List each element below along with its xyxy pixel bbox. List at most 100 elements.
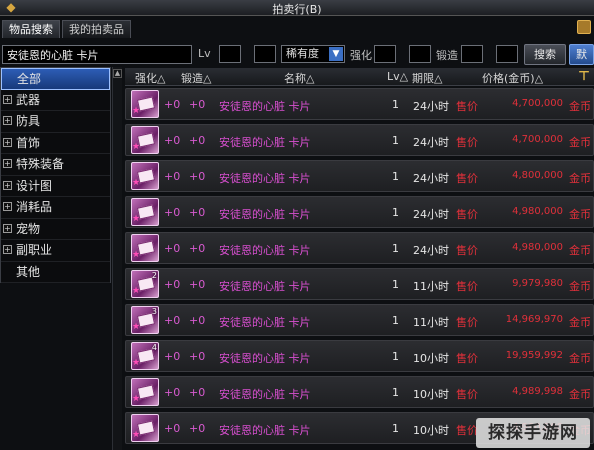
level-value: 1 <box>392 206 399 219</box>
item-name: 安徒恩的心脏 卡片 <box>219 352 311 365</box>
star-icon: ★ <box>132 214 141 224</box>
item-card-icon[interactable]: ★ <box>131 162 159 190</box>
time-remaining: 10小时 <box>413 388 449 401</box>
table-row[interactable]: ★ +0 +0 安徒恩的心脏 卡片 1 24小时 售价 4,700,000 金币 <box>125 124 594 156</box>
sidebar-item-all[interactable]: 全部 <box>1 68 110 90</box>
sidebar-item-label: 宠物 <box>16 221 41 236</box>
table-row[interactable]: ★ +0 +0 安徒恩的心脏 卡片 1 24小时 售价 4,980,000 金币 <box>125 196 594 228</box>
sidebar-item-weapons[interactable]: + 武器 <box>1 90 110 111</box>
sidebar-item-blueprints[interactable]: + 设计图 <box>1 176 110 197</box>
forge-value: +0 <box>189 278 206 291</box>
chevron-down-icon[interactable]: ▼ <box>329 47 343 61</box>
lv-min-input[interactable] <box>219 45 241 63</box>
currency-label: 金币 <box>569 208 591 221</box>
header-time[interactable]: 期限△ <box>412 70 442 86</box>
sidebar-item-label: 全部 <box>17 72 42 86</box>
price-value: 19,959,992 <box>505 350 563 361</box>
level-value: 1 <box>392 350 399 363</box>
reinforce-value: +0 <box>164 422 181 435</box>
forge-value: +0 <box>189 170 206 183</box>
item-card-icon[interactable]: ★ <box>131 414 159 442</box>
tab-item-search[interactable]: 物品搜索 <box>2 20 60 38</box>
time-remaining: 24小时 <box>413 136 449 149</box>
table-row[interactable]: ★ +0 +0 安徒恩的心脏 卡片 1 24小时 售价 4,700,000 金币 <box>125 88 594 120</box>
reinforce-label: 强化 <box>350 49 372 62</box>
item-name: 安徒恩的心脏 卡片 <box>219 244 311 257</box>
stack-count: 4 <box>151 343 157 352</box>
forge-min-input[interactable] <box>461 45 483 63</box>
item-card-icon[interactable]: ★ <box>131 198 159 226</box>
expand-icon[interactable]: + <box>3 159 12 168</box>
item-card-icon[interactable]: ★ <box>131 378 159 406</box>
header-name[interactable]: 名称△ <box>284 70 314 86</box>
default-button[interactable]: 默 <box>569 44 594 65</box>
currency-label: 金币 <box>569 136 591 149</box>
header-price[interactable]: 价格(金币)△ <box>482 70 543 86</box>
sidebar-item-special[interactable]: + 特殊装备 <box>1 154 110 176</box>
sidebar-item-other[interactable]: 其他 <box>1 262 110 283</box>
item-card-icon[interactable]: ★ 4 <box>131 342 159 370</box>
star-icon: ★ <box>132 250 141 260</box>
results-list: ★ +0 +0 安徒恩的心脏 卡片 1 24小时 售价 4,700,000 金币 ★ +0 +0 安徒恩… <box>125 88 594 450</box>
table-header: 强化△ 锻造△ 名称△ Lv△ 期限△ 价格(金币)△ ⊤ <box>125 68 594 86</box>
sidebar-item-consumables[interactable]: + 消耗品 <box>1 197 110 219</box>
expand-icon[interactable]: + <box>3 202 12 211</box>
forge-value: +0 <box>189 242 206 255</box>
item-card-icon[interactable]: ★ <box>131 234 159 262</box>
sidebar-item-pets[interactable]: + 宠物 <box>1 219 110 240</box>
table-row[interactable]: ★ 2 +0 +0 安徒恩的心脏 卡片 1 11小时 售价 9,979,980 金币 <box>125 268 594 300</box>
search-button[interactable]: 搜索 <box>524 44 566 65</box>
table-row[interactable]: ★ +0 +0 安徒恩的心脏 卡片 1 24小时 售价 4,980,000 金币 <box>125 232 594 264</box>
rarity-select[interactable]: 稀有度 ▼ <box>281 45 345 63</box>
star-icon: ★ <box>132 430 141 440</box>
reinforce-max-input[interactable] <box>409 45 431 63</box>
forge-max-input[interactable] <box>496 45 518 63</box>
expand-icon[interactable]: + <box>3 137 12 147</box>
sidebar-item-accessories[interactable]: + 首饰 <box>1 133 110 154</box>
sidebar-item-armor[interactable]: + 防具 <box>1 111 110 133</box>
reinforce-min-input[interactable] <box>374 45 396 63</box>
level-value: 1 <box>392 170 399 183</box>
table-row[interactable]: ★ +0 +0 安徒恩的心脏 卡片 1 10小时 售价 4,989,998 金币 <box>125 376 594 408</box>
watermark: 探探手游网 <box>476 418 590 448</box>
item-card-icon[interactable]: ★ 3 <box>131 306 159 334</box>
item-card-icon[interactable]: ★ <box>131 126 159 154</box>
item-name: 安徒恩的心脏 卡片 <box>219 100 311 113</box>
star-icon: ★ <box>132 178 141 188</box>
rarity-select-value: 稀有度 <box>286 47 319 60</box>
expand-icon[interactable]: + <box>3 245 12 254</box>
expand-icon[interactable]: + <box>3 94 12 104</box>
scroll-up-icon[interactable]: ▲ <box>113 69 122 78</box>
expand-icon[interactable]: + <box>3 180 12 190</box>
item-card-icon[interactable]: ★ <box>131 90 159 118</box>
item-name: 安徒恩的心脏 卡片 <box>219 280 311 293</box>
star-icon: ★ <box>132 286 141 296</box>
forge-value: +0 <box>189 422 206 435</box>
header-forge[interactable]: 锻造△ <box>181 70 211 86</box>
table-row[interactable]: ★ 4 +0 +0 安徒恩的心脏 卡片 1 10小时 售价 19,959,992 金币 <box>125 340 594 372</box>
bag-icon[interactable] <box>577 20 591 34</box>
price-value: 4,989,998 <box>512 386 563 397</box>
price-value: 4,980,000 <box>512 206 563 217</box>
forge-label: 锻造 <box>436 49 458 62</box>
header-reinforce[interactable]: 强化△ <box>135 70 165 86</box>
currency-label: 金币 <box>569 100 591 113</box>
price-value: 14,969,970 <box>505 314 563 325</box>
search-input[interactable] <box>2 45 192 64</box>
table-row[interactable]: ★ +0 +0 安徒恩的心脏 卡片 1 24小时 售价 4,800,000 金币 <box>125 160 594 192</box>
sale-label: 售价 <box>456 208 478 221</box>
results-scrollbar[interactable]: ▲ <box>112 67 122 450</box>
sidebar-item-subjob[interactable]: + 副职业 <box>1 240 110 262</box>
time-remaining: 24小时 <box>413 172 449 185</box>
time-remaining: 10小时 <box>413 352 449 365</box>
expand-icon[interactable]: + <box>3 116 12 125</box>
tab-my-auctions[interactable]: 我的拍卖品 <box>62 20 131 38</box>
lv-max-input[interactable] <box>254 45 276 63</box>
item-card-icon[interactable]: ★ 2 <box>131 270 159 298</box>
pin-icon[interactable]: ⊤ <box>578 69 590 84</box>
sidebar-item-label: 消耗品 <box>16 200 53 214</box>
expand-icon[interactable]: + <box>3 223 12 233</box>
table-row[interactable]: ★ 3 +0 +0 安徒恩的心脏 卡片 1 11小时 售价 14,969,970 金币 <box>125 304 594 336</box>
header-level[interactable]: Lv△ <box>387 70 408 83</box>
star-icon: ★ <box>132 358 141 368</box>
